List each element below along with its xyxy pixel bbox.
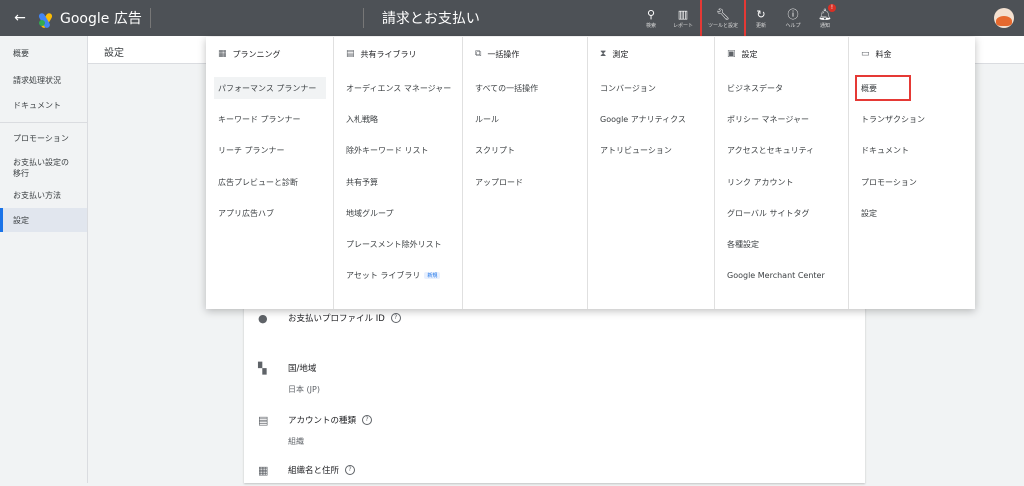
google-ads-logo[interactable]: Google 広告 <box>37 8 142 30</box>
map-icon: ▚ <box>258 362 267 375</box>
sidebar-item-promotions[interactable]: プロモーション <box>0 122 87 154</box>
wrench-icon: 🔧︎ <box>716 7 730 21</box>
logo-text: Google 広告 <box>60 11 142 27</box>
top-bar: ← Google 広告 請求とお支払い ⚲ 検索 ▥ レポート 🔧︎ ツールと設定 ↻… <box>0 0 1024 38</box>
google-ads-logo-icon <box>37 10 56 30</box>
account-type-field: ▤ アカウントの種類? 組織 <box>258 414 373 447</box>
sidebar-item-payment-migration[interactable]: お支払い設定の移行 <box>0 154 87 182</box>
sidebar-item-documents[interactable]: ドキュメント <box>0 93 87 118</box>
sidebar-item-overview[interactable]: 概要 <box>0 38 87 68</box>
help-icon[interactable]: ? <box>362 415 373 425</box>
menu-column-planning: ▦ プランニング パフォーマンス プランナー キーワード プランナー リーチ プラ… <box>206 37 334 309</box>
reports-button[interactable]: ▥ レポート <box>668 0 698 36</box>
menu-item-global-site-tag[interactable]: グローバル サイトタグ <box>723 202 809 224</box>
help-icon[interactable]: ? <box>345 465 356 475</box>
divider <box>362 8 364 28</box>
menu-item-bid-strategies[interactable]: 入札戦略 <box>342 108 378 130</box>
menu-item-google-analytics[interactable]: Google アナリティクス <box>596 108 686 130</box>
chart-icon: ▥ <box>677 7 689 21</box>
sidebar-item-settings[interactable]: 設定 <box>0 208 87 232</box>
menu-item-linked-accounts[interactable]: リンク アカウント <box>723 171 794 193</box>
menu-item-performance-planner[interactable]: パフォーマンス プランナー <box>214 77 326 99</box>
sidebar: 概要 請求処理状況 ドキュメント プロモーション お支払い設定の移行 お支払い方… <box>0 36 88 483</box>
settings-box-icon: ▣ <box>727 49 736 59</box>
id-card-icon: ▤ <box>258 414 269 427</box>
refresh-button[interactable]: ↻ 更新 <box>746 0 776 36</box>
search-button[interactable]: ⚲ 検索 <box>636 0 666 36</box>
menu-item-placement-exclusions[interactable]: プレースメント除外リスト <box>342 233 442 255</box>
menu-item-attribution[interactable]: アトリビューション <box>596 139 672 161</box>
menu-item-all-bulk-actions[interactable]: すべての一括操作 <box>471 77 538 99</box>
menu-item-preferences[interactable]: 各種設定 <box>723 233 759 255</box>
account-type-value: 組織 <box>288 437 304 446</box>
menu-item-billing-settings[interactable]: 設定 <box>857 202 877 224</box>
help-button[interactable]: ⓘ ヘルプ <box>778 0 808 36</box>
menu-item-negative-keyword-lists[interactable]: 除外キーワード リスト <box>342 139 429 161</box>
help-icon: ⓘ <box>787 7 799 21</box>
menu-item-uploads[interactable]: アップロード <box>471 171 523 193</box>
menu-item-reach-planner[interactable]: リーチ プランナー <box>214 139 285 161</box>
back-arrow-icon[interactable]: ← <box>6 10 34 26</box>
new-badge: 新規 <box>424 271 441 279</box>
library-icon: ▤ <box>346 49 355 59</box>
menu-item-billing-summary[interactable]: 概要 <box>855 75 911 101</box>
menu-item-keyword-planner[interactable]: キーワード プランナー <box>214 108 301 130</box>
calendar-icon: ▦ <box>218 49 227 59</box>
notifications-button[interactable]: 🔔︎ 通知! <box>810 0 840 36</box>
menu-item-rules[interactable]: ルール <box>471 108 499 130</box>
menu-item-shared-budgets[interactable]: 共有予算 <box>342 171 378 193</box>
bulk-icon: ⧉ <box>475 49 482 59</box>
menu-column-setup: ▣ 設定 ビジネスデータ ポリシー マネージャー アクセスとセキュリティ リンク … <box>715 37 849 309</box>
avatar[interactable] <box>994 8 1014 28</box>
hourglass-icon: ⧗ <box>600 49 607 59</box>
page-header-title: 設定 <box>104 48 124 59</box>
menu-item-location-groups[interactable]: 地域グループ <box>342 202 394 224</box>
menu-item-transactions[interactable]: トランザクション <box>857 108 925 130</box>
payment-profile-id-field: ● お支払いプロファイル ID? <box>258 312 401 334</box>
notification-badge: ! <box>828 4 836 12</box>
page-title: 請求とお支払い <box>381 11 480 27</box>
menu-column-measurement: ⧗ 測定 コンバージョン Google アナリティクス アトリビューション <box>588 37 715 309</box>
sidebar-item-billing-status[interactable]: 請求処理状況 <box>0 68 87 93</box>
toolbar: ⚲ 検索 ▥ レポート 🔧︎ ツールと設定 ↻ 更新 ⓘ ヘルプ 🔔︎ 通知! <box>636 0 842 38</box>
menu-item-billing-promotions[interactable]: プロモーション <box>857 171 917 193</box>
menu-item-ad-preview[interactable]: 広告プレビューと診断 <box>214 171 298 193</box>
divider <box>149 8 151 28</box>
payment-profile-card: ● お支払いプロファイル ID? ▚ 国/地域 日本 (JP) ▤ アカウントの… <box>244 300 865 483</box>
tools-settings-button[interactable]: 🔧︎ ツールと設定 <box>700 0 746 38</box>
help-icon[interactable]: ? <box>390 313 401 323</box>
magnifier-icon: ⚲ <box>646 7 656 21</box>
menu-item-asset-library[interactable]: アセット ライブラリ 新規 <box>342 264 441 286</box>
menu-column-shared-library: ▤ 共有ライブラリ オーディエンス マネージャー 入札戦略 除外キーワード リスト… <box>334 37 463 309</box>
menu-column-bulk-actions: ⧉ 一括操作 すべての一括操作 ルール スクリプト アップロード <box>463 37 588 309</box>
country-field: ▚ 国/地域 日本 (JP) <box>258 362 320 394</box>
refresh-icon: ↻ <box>756 7 766 21</box>
menu-item-access-security[interactable]: アクセスとセキュリティ <box>723 139 814 161</box>
tools-settings-menu: ▦ プランニング パフォーマンス プランナー キーワード プランナー リーチ プラ… <box>206 37 975 309</box>
menu-item-billing-documents[interactable]: ドキュメント <box>857 139 909 161</box>
menu-item-conversions[interactable]: コンバージョン <box>596 77 656 99</box>
menu-column-billing: ▭ 料金 概要 トランザクション ドキュメント プロモーション 設定 <box>849 37 975 309</box>
sidebar-item-payment-methods[interactable]: お支払い方法 <box>0 182 87 208</box>
menu-item-business-data[interactable]: ビジネスデータ <box>723 77 783 99</box>
card-icon: ▭ <box>861 49 870 59</box>
menu-item-policy-manager[interactable]: ポリシー マネージャー <box>723 108 809 130</box>
account-circle-icon: ● <box>258 312 268 325</box>
menu-item-scripts[interactable]: スクリプト <box>471 139 515 161</box>
country-value: 日本 (JP) <box>288 385 320 394</box>
menu-item-app-ad-hub[interactable]: アプリ広告ハブ <box>214 202 274 224</box>
menu-item-audience-manager[interactable]: オーディエンス マネージャー <box>342 77 451 99</box>
menu-item-merchant-center[interactable]: Google Merchant Center <box>723 264 825 286</box>
